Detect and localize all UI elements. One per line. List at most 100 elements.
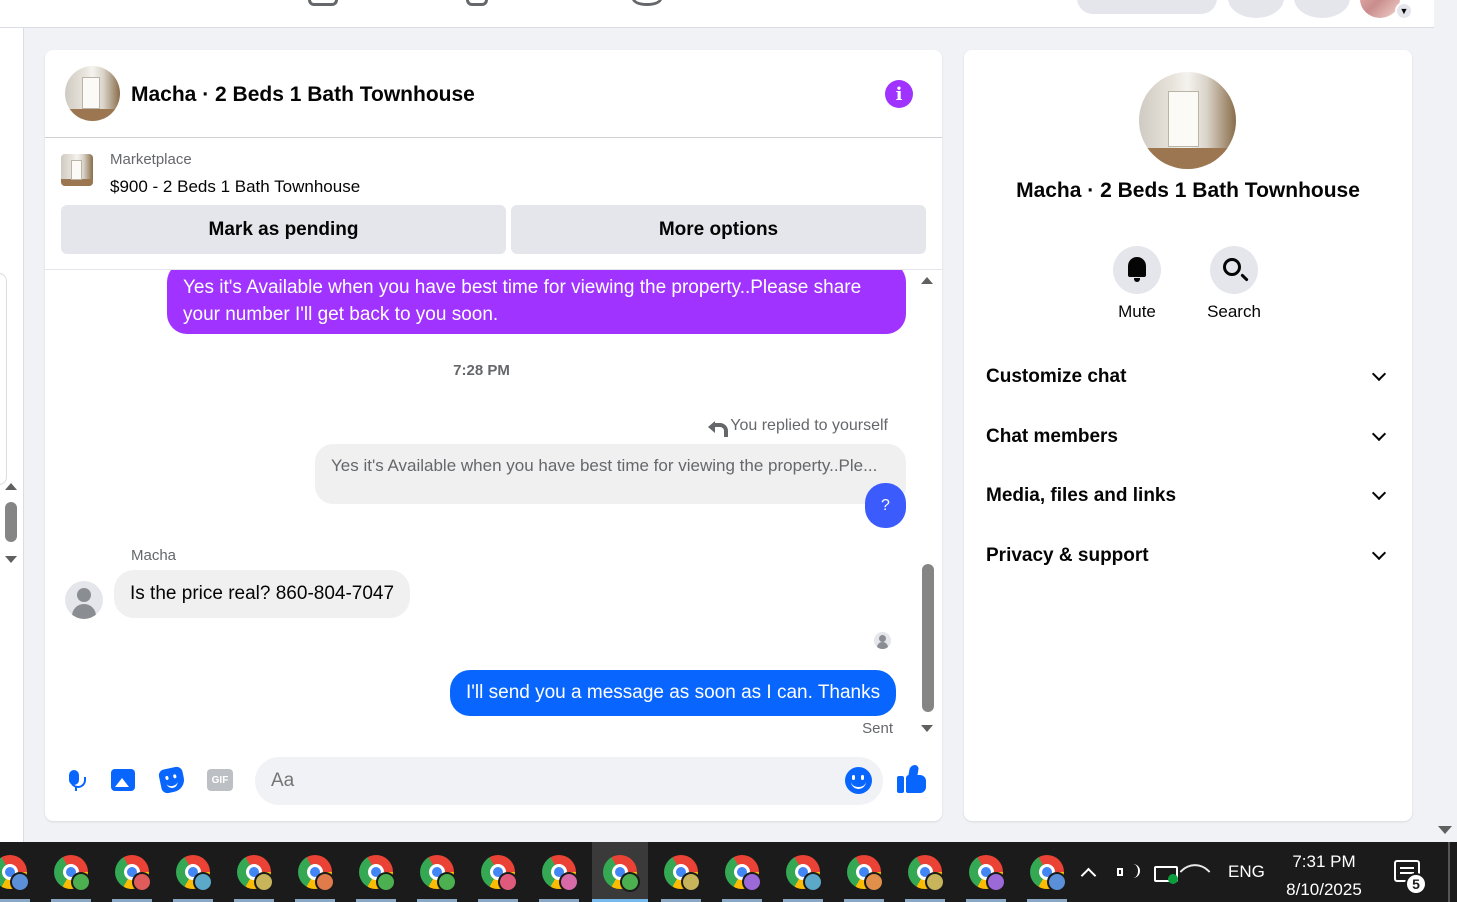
gaming-nav-icon[interactable] <box>632 0 662 6</box>
gif-icon[interactable]: GIF <box>207 767 233 793</box>
taskbar-chrome-window[interactable] <box>348 842 404 902</box>
profile-badge-icon <box>254 872 274 892</box>
page-right-gutter <box>1434 0 1457 842</box>
message-input[interactable] <box>255 757 883 805</box>
taskbar-chrome-window[interactable] <box>470 842 526 902</box>
taskbar-chrome-window[interactable] <box>775 842 831 902</box>
taskbar-chrome-window[interactable] <box>897 842 953 902</box>
taskbar-chrome-window[interactable] <box>165 842 221 902</box>
profile-badge-icon <box>376 872 396 892</box>
notifications-icon[interactable] <box>1294 0 1350 18</box>
profile-badge-icon <box>71 872 91 892</box>
section-chat-members[interactable]: Chat members <box>974 409 1402 465</box>
marketplace-nav-icon[interactable] <box>308 0 338 6</box>
chevron-down-icon <box>1371 485 1387 501</box>
microphone-icon[interactable] <box>61 767 87 793</box>
profile-badge-icon <box>864 872 884 892</box>
profile-badge-icon <box>925 872 945 892</box>
bell-icon <box>1128 257 1146 282</box>
taskbar-chrome-window[interactable] <box>958 842 1014 902</box>
message-list: Yes it's Available when you have best ti… <box>45 270 942 740</box>
taskbar-chrome-window[interactable] <box>836 842 892 902</box>
battery-icon[interactable] <box>1154 866 1178 884</box>
account-avatar[interactable] <box>1360 0 1400 18</box>
chat-scrollbar-thumb[interactable] <box>922 564 934 712</box>
search-button[interactable]: Search <box>1204 246 1264 322</box>
chat-profile-image[interactable] <box>1139 72 1236 169</box>
chat-title[interactable]: Macha · 2 Beds 1 Bath Townhouse <box>131 83 475 107</box>
listing-title[interactable]: $900 - 2 Beds 1 Bath Townhouse <box>110 177 360 197</box>
scroll-down-arrow-icon[interactable] <box>5 556 17 563</box>
windows-taskbar: ENG 7:31 PM 8/10/2025 5 <box>0 842 1457 902</box>
profile-badge-icon <box>681 872 701 892</box>
taskbar-chrome-window[interactable] <box>0 842 38 902</box>
chat-info-panel: Macha · 2 Beds 1 Bath Townhouse Mute Sea… <box>964 50 1412 821</box>
menu-grid-icon[interactable] <box>1228 0 1284 18</box>
thumbs-up-icon[interactable] <box>897 765 927 795</box>
volume-icon[interactable] <box>1117 863 1141 881</box>
time-separator: 7:28 PM <box>453 362 510 379</box>
create-button[interactable] <box>1077 0 1217 14</box>
incoming-message-bubble[interactable]: Is the price real? 860-804-7047 <box>114 570 411 618</box>
profile-badge-icon <box>10 872 30 892</box>
profile-badge-icon <box>193 872 213 892</box>
taskbar-chrome-window[interactable] <box>104 842 160 902</box>
taskbar-chrome-window[interactable] <box>531 842 587 902</box>
taskbar-clock[interactable]: 7:31 PM 8/10/2025 <box>1276 848 1372 902</box>
page-scroll-down-icon[interactable] <box>1438 826 1452 834</box>
wifi-icon[interactable] <box>1193 863 1215 881</box>
clock-date: 8/10/2025 <box>1286 880 1362 899</box>
profile-badge-icon <box>803 872 823 892</box>
chat-scroll-down-icon[interactable] <box>921 725 933 732</box>
taskbar-chrome-window[interactable] <box>409 842 465 902</box>
marketplace-label: Marketplace <box>110 151 192 168</box>
section-customize-chat[interactable]: Customize chat <box>974 349 1402 405</box>
profile-badge-icon <box>620 872 640 892</box>
profile-badge-icon <box>559 872 579 892</box>
section-label: Media, files and links <box>986 485 1177 506</box>
taskbar-chrome-window[interactable] <box>287 842 343 902</box>
scrollbar-thumb[interactable] <box>5 502 17 542</box>
clock-time: 7:31 PM <box>1292 852 1356 871</box>
listing-small-thumbnail[interactable] <box>61 154 93 186</box>
taskbar-chrome-window[interactable] <box>592 842 648 902</box>
outgoing-message-bubble[interactable]: I'll send you a message as soon as I can… <box>450 670 897 716</box>
listing-thumbnail[interactable] <box>65 66 120 121</box>
taskbar-chrome-window[interactable] <box>43 842 99 902</box>
taskbar-chrome-window[interactable] <box>1019 842 1075 902</box>
more-options-button[interactable]: More options <box>511 205 926 254</box>
show-desktop-button[interactable] <box>1448 842 1450 902</box>
mute-button[interactable]: Mute <box>1107 246 1167 322</box>
taskbar-chrome-window[interactable] <box>653 842 709 902</box>
groups-nav-icon[interactable] <box>466 0 488 6</box>
photo-icon[interactable] <box>110 767 136 793</box>
reply-message-bubble[interactable]: ? <box>865 483 906 528</box>
mark-as-pending-button[interactable]: Mark as pending <box>61 205 506 254</box>
chevron-up-icon <box>1080 867 1097 883</box>
language-indicator[interactable]: ENG <box>1228 862 1265 882</box>
mute-label: Mute <box>1118 302 1156 321</box>
profile-badge-icon <box>132 872 152 892</box>
scroll-up-arrow-icon[interactable] <box>5 483 17 490</box>
taskbar-chrome-window[interactable] <box>226 842 282 902</box>
profile-badge-icon <box>742 872 762 892</box>
reply-arrow-icon <box>708 419 729 437</box>
section-privacy-support[interactable]: Privacy & support <box>974 528 1402 584</box>
profile-badge-icon <box>315 872 335 892</box>
top-nav-bar: ▼ <box>0 0 1434 28</box>
emoji-icon[interactable] <box>845 767 872 794</box>
info-icon[interactable]: i <box>885 80 913 108</box>
outgoing-message-bubble[interactable]: Yes it's Available when you have best ti… <box>167 270 906 334</box>
taskbar-chrome-window[interactable] <box>714 842 770 902</box>
seen-by-avatar <box>874 632 891 649</box>
quoted-message[interactable]: Yes it's Available when you have best ti… <box>315 444 906 504</box>
search-icon <box>1223 258 1241 276</box>
chat-panel: Macha · 2 Beds 1 Bath Townhouse i Market… <box>45 50 942 821</box>
account-chevron-down-icon[interactable]: ▼ <box>1395 2 1413 20</box>
chevron-down-icon <box>1371 366 1387 382</box>
show-hidden-icons-button[interactable] <box>1080 842 1097 902</box>
sender-avatar[interactable] <box>65 581 103 619</box>
section-media-files-links[interactable]: Media, files and links <box>974 468 1402 524</box>
sticker-icon[interactable] <box>157 765 187 795</box>
chat-scroll-up-icon[interactable] <box>921 277 933 284</box>
